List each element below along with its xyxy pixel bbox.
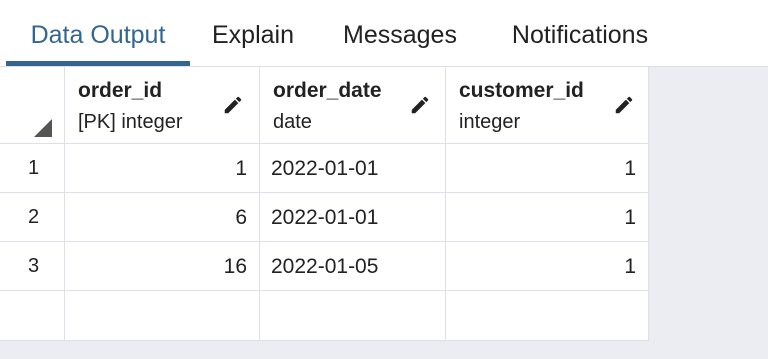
tab-messages[interactable]: Messages	[326, 0, 474, 67]
column-header-order-id[interactable]: order_id [PK] integer	[65, 67, 260, 144]
empty-row-number[interactable]	[0, 291, 65, 341]
pencil-icon[interactable]	[409, 94, 431, 116]
tab-explain[interactable]: Explain	[200, 0, 306, 67]
column-type: date	[273, 111, 312, 133]
cell-order-date[interactable]: 2022-01-01	[260, 144, 446, 193]
active-tab-indicator	[6, 61, 190, 66]
column-name: order_date	[273, 79, 382, 102]
empty-cell[interactable]	[260, 291, 446, 341]
select-all-corner[interactable]	[0, 67, 65, 144]
data-grid: order_id [PK] integer order_date date cu…	[0, 67, 649, 341]
result-tab-bar: Data Output Explain Messages Notificatio…	[0, 0, 768, 67]
pencil-icon[interactable]	[613, 94, 635, 116]
cell-order-id[interactable]: 6	[65, 193, 260, 242]
pencil-icon[interactable]	[222, 94, 244, 116]
tab-data-output[interactable]: Data Output	[6, 0, 190, 67]
cell-customer-id[interactable]: 1	[446, 242, 649, 291]
column-name: order_id	[78, 79, 163, 102]
cell-customer-id[interactable]: 1	[446, 144, 649, 193]
cell-order-date[interactable]: 2022-01-01	[260, 193, 446, 242]
empty-cell[interactable]	[65, 291, 260, 341]
select-all-triangle-icon	[34, 119, 52, 137]
cell-order-date[interactable]: 2022-01-05	[260, 242, 446, 291]
column-type: integer	[459, 111, 521, 133]
cell-customer-id[interactable]: 1	[446, 193, 649, 242]
column-header-order-date[interactable]: order_date date	[260, 67, 446, 144]
row-number[interactable]: 1	[0, 144, 65, 193]
column-header-customer-id[interactable]: customer_id integer	[446, 67, 649, 144]
tab-notifications[interactable]: Notifications	[494, 0, 666, 67]
row-number[interactable]: 2	[0, 193, 65, 242]
query-result-panel: Data Output Explain Messages Notificatio…	[0, 0, 768, 359]
cell-order-id[interactable]: 1	[65, 144, 260, 193]
empty-cell[interactable]	[446, 291, 649, 341]
column-name: customer_id	[459, 79, 584, 102]
row-number[interactable]: 3	[0, 242, 65, 291]
cell-order-id[interactable]: 16	[65, 242, 260, 291]
column-type: [PK] integer	[78, 111, 183, 133]
